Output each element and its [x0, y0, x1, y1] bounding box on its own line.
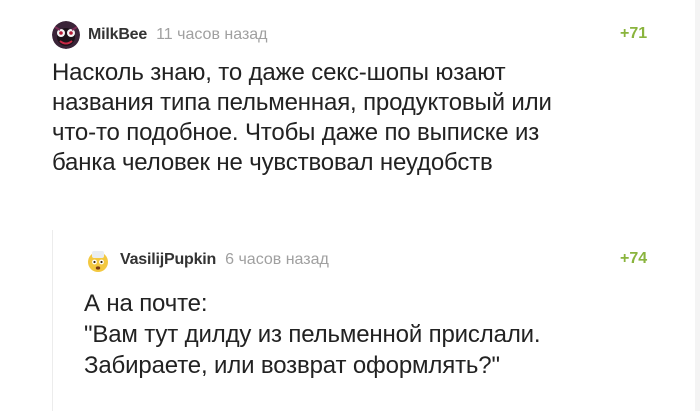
comment-time[interactable]: 11 часов назад — [156, 26, 267, 44]
dark-creature-avatar-icon[interactable] — [52, 21, 80, 49]
comment-text: Насколь знаю, то даже секс-шопы юзают на… — [52, 59, 552, 176]
comment-rating: +71 — [620, 25, 648, 42]
reply-comment: VasilijPupkin 6 часов назад +74 А на поч… — [60, 230, 700, 411]
reply-thread-line[interactable] — [52, 230, 53, 411]
comment-header: VasilijPupkin 6 часов назад — [84, 245, 329, 275]
yellow-face-avatar-icon[interactable] — [84, 246, 112, 274]
username[interactable]: VasilijPupkin — [120, 251, 216, 269]
comment: MilkBee 11 часов назад +71 Насколь знаю,… — [0, 0, 700, 230]
comment-header: MilkBee 11 часов назад — [52, 20, 268, 50]
comment-text: А на почте: "Вам тут дилду из пельменной… — [84, 290, 541, 379]
comment-time[interactable]: 6 часов назад — [225, 251, 329, 269]
comment-rating: +74 — [620, 250, 648, 267]
username[interactable]: MilkBee — [88, 26, 147, 44]
